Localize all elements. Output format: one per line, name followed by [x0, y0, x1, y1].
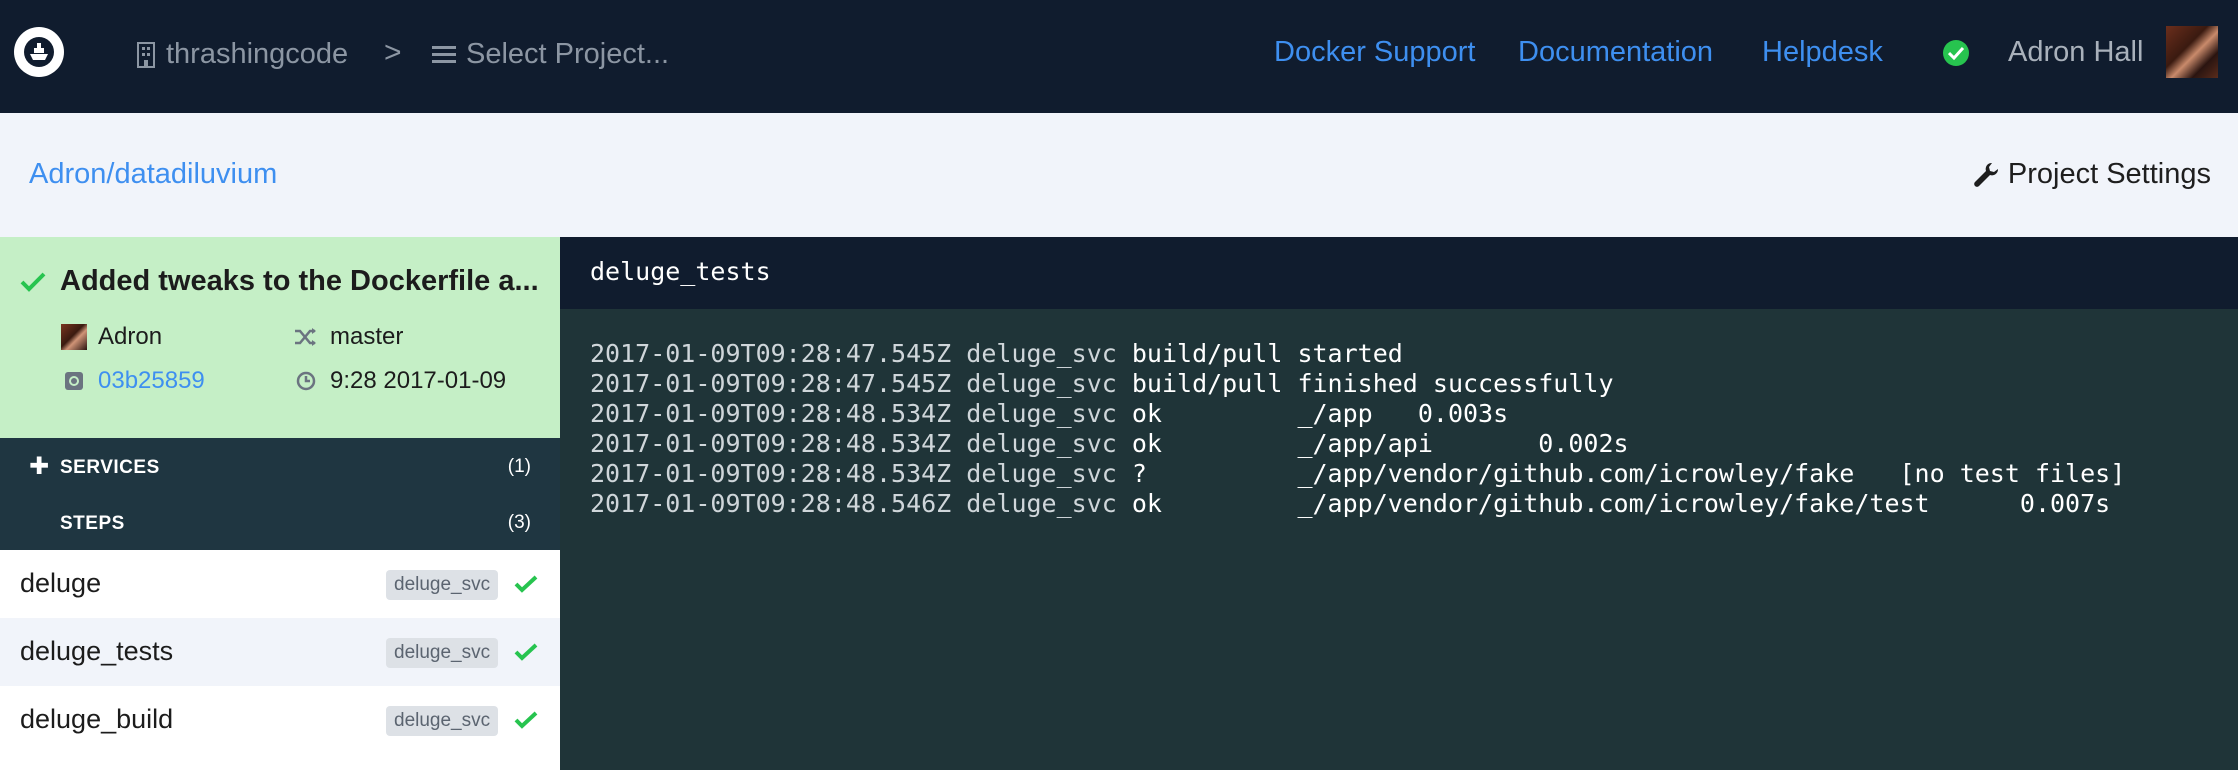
log-line: 2017-01-09T09:28:48.534Z deluge_svc ? _/… — [590, 459, 2126, 488]
log-line: 2017-01-09T09:28:47.545Z deluge_svc buil… — [590, 339, 1403, 368]
documentation-link[interactable]: Documentation — [1518, 36, 1713, 69]
docker-support-link[interactable]: Docker Support — [1274, 36, 1476, 69]
project-select-label: Select Project... — [466, 38, 670, 70]
system-status-icon — [1943, 40, 1969, 66]
wrench-icon — [1972, 161, 2000, 189]
services-label: SERVICES — [60, 457, 160, 478]
log-line: 2017-01-09T09:28:48.534Z deluge_svc ok _… — [590, 429, 1629, 458]
check-icon — [514, 710, 538, 735]
step-deluge-build[interactable]: deluge_build deluge_svc — [0, 686, 560, 754]
user-menu[interactable]: Adron Hall — [2008, 36, 2143, 69]
top-navbar: thrashingcode > Select Project... Docker… — [0, 0, 2238, 113]
build-time: 9:28 2017-01-09 — [292, 367, 506, 395]
org-name: thrashingcode — [166, 38, 349, 70]
building-icon — [136, 41, 156, 68]
project-header: Adron/datadiluvium Project Settings — [0, 113, 2238, 238]
log-line: 2017-01-09T09:28:48.546Z deluge_svc ok _… — [590, 489, 2111, 518]
services-count: (1) — [507, 456, 531, 477]
check-icon — [20, 271, 46, 298]
step-deluge[interactable]: deluge deluge_svc — [0, 550, 560, 618]
check-icon — [514, 642, 538, 667]
avatar[interactable] — [2166, 26, 2218, 78]
chevron-right-icon: > — [384, 36, 402, 69]
step-name: deluge_build — [20, 704, 174, 734]
service-badge: deluge_svc — [386, 570, 499, 600]
services-section-header[interactable]: ✚ SERVICES (1) — [0, 438, 560, 494]
avatar — [61, 324, 87, 350]
service-badge: deluge_svc — [386, 638, 499, 668]
github-icon — [60, 367, 88, 395]
step-name: deluge — [20, 568, 102, 598]
log-header: deluge_tests — [560, 237, 2238, 309]
shuffle-icon — [292, 323, 320, 351]
build-author: Adron — [60, 323, 162, 351]
build-branch: master — [292, 323, 403, 351]
step-deluge-tests[interactable]: deluge_tests deluge_svc — [0, 618, 560, 686]
project-settings-label: Project Settings — [2007, 158, 2211, 190]
log-output[interactable]: 2017-01-09T09:28:47.545Z deluge_svc buil… — [560, 309, 2238, 770]
commit-link[interactable]: 03b25859 — [98, 367, 205, 395]
branch-name: master — [330, 323, 404, 350]
repo-link[interactable]: Adron/datadiluvium — [29, 158, 277, 191]
build-timestamp: 9:28 2017-01-09 — [330, 367, 507, 394]
plus-icon: ✚ — [29, 453, 50, 480]
helpdesk-link[interactable]: Helpdesk — [1762, 36, 1883, 69]
steps-section-header[interactable]: STEPS (3) — [0, 494, 560, 550]
log-line: 2017-01-09T09:28:47.545Z deluge_svc buil… — [590, 369, 1614, 398]
clock-icon — [292, 367, 320, 395]
project-select[interactable]: Select Project... — [432, 38, 669, 71]
hamburger-icon — [432, 44, 456, 66]
build-title[interactable]: Added tweaks to the Dockerfile a... — [60, 265, 540, 298]
log-title: deluge_tests — [590, 257, 771, 286]
logo-icon[interactable] — [14, 27, 64, 77]
org-switcher[interactable]: thrashingcode — [136, 38, 348, 71]
build-summary: Added tweaks to the Dockerfile a... Adro… — [0, 237, 560, 438]
project-settings-button[interactable]: Project Settings — [1972, 158, 2211, 191]
steps-label: STEPS — [60, 513, 125, 534]
build-commit: 03b25859 — [60, 367, 205, 395]
steps-count: (3) — [507, 512, 531, 533]
step-name: deluge_tests — [20, 636, 174, 666]
log-line: 2017-01-09T09:28:48.534Z deluge_svc ok _… — [590, 399, 1509, 428]
service-badge: deluge_svc — [386, 706, 499, 736]
author-name: Adron — [98, 323, 163, 350]
check-icon — [514, 574, 538, 599]
